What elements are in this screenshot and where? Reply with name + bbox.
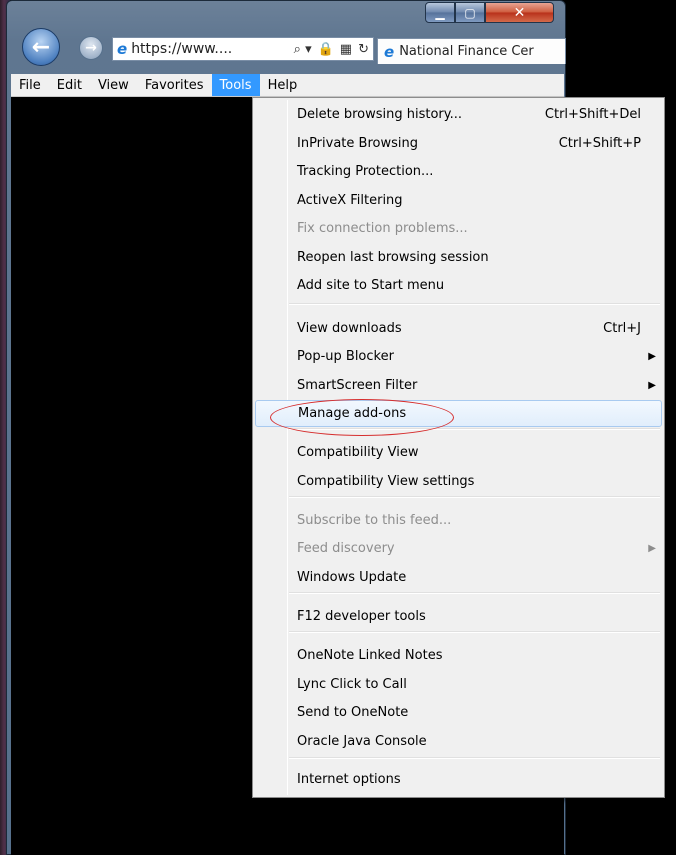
- menu-separator: [289, 757, 660, 759]
- menu-separator: [289, 631, 660, 633]
- menu-item-shortcut: Ctrl+J: [603, 321, 641, 336]
- menu-item-tracking-protection[interactable]: Tracking Protection...: [255, 158, 662, 185]
- menu-item-label: Feed discovery: [297, 541, 395, 556]
- menu-item-view-downloads[interactable]: View downloads Ctrl+J: [255, 315, 662, 342]
- menubar-item-edit[interactable]: Edit: [49, 74, 90, 96]
- menu-item-fix-connection-problems: Fix connection problems...: [255, 215, 662, 242]
- menu-item-compatibility-view[interactable]: Compatibility View: [255, 439, 662, 466]
- minimize-button[interactable]: ▁: [425, 2, 455, 23]
- window-caption-buttons: ▁ ▢ ✕: [425, 2, 554, 23]
- menu-item-inprivate-browsing[interactable]: InPrivate Browsing Ctrl+Shift+P: [255, 130, 662, 157]
- submenu-arrow-icon: ▶: [648, 351, 656, 362]
- menu-item-onenote-linked-notes[interactable]: OneNote Linked Notes: [255, 642, 662, 669]
- tab-title: National Finance Cer: [399, 44, 534, 59]
- menu-item-internet-options[interactable]: Internet options: [255, 766, 662, 793]
- menubar-item-file[interactable]: File: [11, 74, 49, 96]
- menubar-item-help[interactable]: Help: [260, 74, 306, 96]
- menu-item-compatibility-view-settings[interactable]: Compatibility View settings: [255, 468, 662, 495]
- forward-arrow-icon: →: [85, 40, 97, 56]
- menu-item-label: Tracking Protection...: [297, 164, 434, 179]
- menubar-item-favorites[interactable]: Favorites: [137, 74, 212, 96]
- refresh-icon[interactable]: ↻: [358, 42, 369, 57]
- menu-item-label: Reopen last browsing session: [297, 250, 489, 265]
- submenu-arrow-icon: ▶: [648, 543, 656, 554]
- back-arrow-icon: ←: [31, 34, 51, 60]
- address-bar[interactable]: e https://www.... ⌕ ▾ 🔒 ▦ ↻: [112, 37, 374, 61]
- lock-icon[interactable]: 🔒: [318, 42, 334, 57]
- address-controls: ⌕ ▾ 🔒 ▦ ↻: [294, 42, 369, 57]
- menu-item-pop-up-blocker[interactable]: Pop-up Blocker ▶: [255, 343, 662, 370]
- menu-item-oracle-java-console[interactable]: Oracle Java Console: [255, 728, 662, 755]
- menubar-item-view[interactable]: View: [90, 74, 137, 96]
- menu-item-add-site-to-start-menu[interactable]: Add site to Start menu: [255, 272, 662, 299]
- menu-item-label: Windows Update: [297, 570, 407, 585]
- menu-item-activex-filtering[interactable]: ActiveX Filtering: [255, 187, 662, 214]
- menu-item-label: Oracle Java Console: [297, 734, 427, 749]
- menu-separator: [289, 496, 660, 498]
- menu-item-send-to-onenote[interactable]: Send to OneNote: [255, 699, 662, 726]
- menu-item-f12-developer-tools[interactable]: F12 developer tools: [255, 603, 662, 630]
- menu-item-label: View downloads: [297, 321, 402, 336]
- menu-separator: [289, 592, 660, 594]
- tools-menu: Delete browsing history... Ctrl+Shift+Del…: [252, 97, 665, 798]
- ie-logo-icon: e: [384, 42, 395, 61]
- forward-button[interactable]: →: [79, 36, 103, 60]
- menu-item-label: Add site to Start menu: [297, 278, 445, 293]
- menu-item-label: Compatibility View: [297, 445, 419, 460]
- menu-item-reopen-last-browsing-session[interactable]: Reopen last browsing session: [255, 244, 662, 271]
- menubar-item-tools[interactable]: Tools: [211, 74, 260, 96]
- annotation-circle: [270, 399, 454, 436]
- menu-item-windows-update[interactable]: Windows Update: [255, 564, 662, 591]
- menu-separator: [289, 303, 660, 305]
- menu-bar: File Edit View Favorites Tools Help: [11, 74, 564, 97]
- maximize-button[interactable]: ▢: [455, 2, 485, 23]
- menu-item-label: Fix connection problems...: [297, 221, 468, 236]
- menu-item-label: Pop-up Blocker: [297, 349, 394, 364]
- menu-item-label: OneNote Linked Notes: [297, 648, 443, 663]
- compatibility-icon[interactable]: ▦: [340, 42, 352, 57]
- menu-item-smartscreen-filter[interactable]: SmartScreen Filter ▶: [255, 372, 662, 399]
- menu-item-label: Compatibility View settings: [297, 474, 475, 489]
- menu-item-delete-browsing-history[interactable]: Delete browsing history... Ctrl+Shift+Del: [255, 101, 662, 128]
- menu-item-subscribe-to-this-feed: Subscribe to this feed...: [255, 507, 662, 534]
- menu-item-label: SmartScreen Filter: [297, 378, 418, 393]
- menu-item-label: Send to OneNote: [297, 705, 409, 720]
- menu-item-shortcut: Ctrl+Shift+P: [558, 136, 641, 151]
- search-dropdown-icon[interactable]: ⌕ ▾: [294, 42, 312, 57]
- submenu-arrow-icon: ▶: [648, 380, 656, 391]
- menu-item-label: Subscribe to this feed...: [297, 513, 452, 528]
- menu-item-label: Delete browsing history...: [297, 107, 463, 122]
- menu-item-label: ActiveX Filtering: [297, 193, 403, 208]
- ie-logo-icon: e: [117, 40, 128, 58]
- menu-item-label: Internet options: [297, 772, 401, 787]
- back-button[interactable]: ←: [22, 28, 60, 66]
- menu-item-label: Lync Click to Call: [297, 677, 407, 692]
- close-button[interactable]: ✕: [485, 2, 554, 23]
- menu-item-feed-discovery: Feed discovery ▶: [255, 535, 662, 562]
- address-text: https://www....: [131, 41, 233, 57]
- menu-item-shortcut: Ctrl+Shift+Del: [544, 107, 641, 122]
- menu-item-lync-click-to-call[interactable]: Lync Click to Call: [255, 671, 662, 698]
- menu-item-label: InPrivate Browsing: [297, 136, 418, 151]
- browser-tab[interactable]: e National Finance Cer: [377, 38, 566, 64]
- menu-item-label: F12 developer tools: [297, 609, 426, 624]
